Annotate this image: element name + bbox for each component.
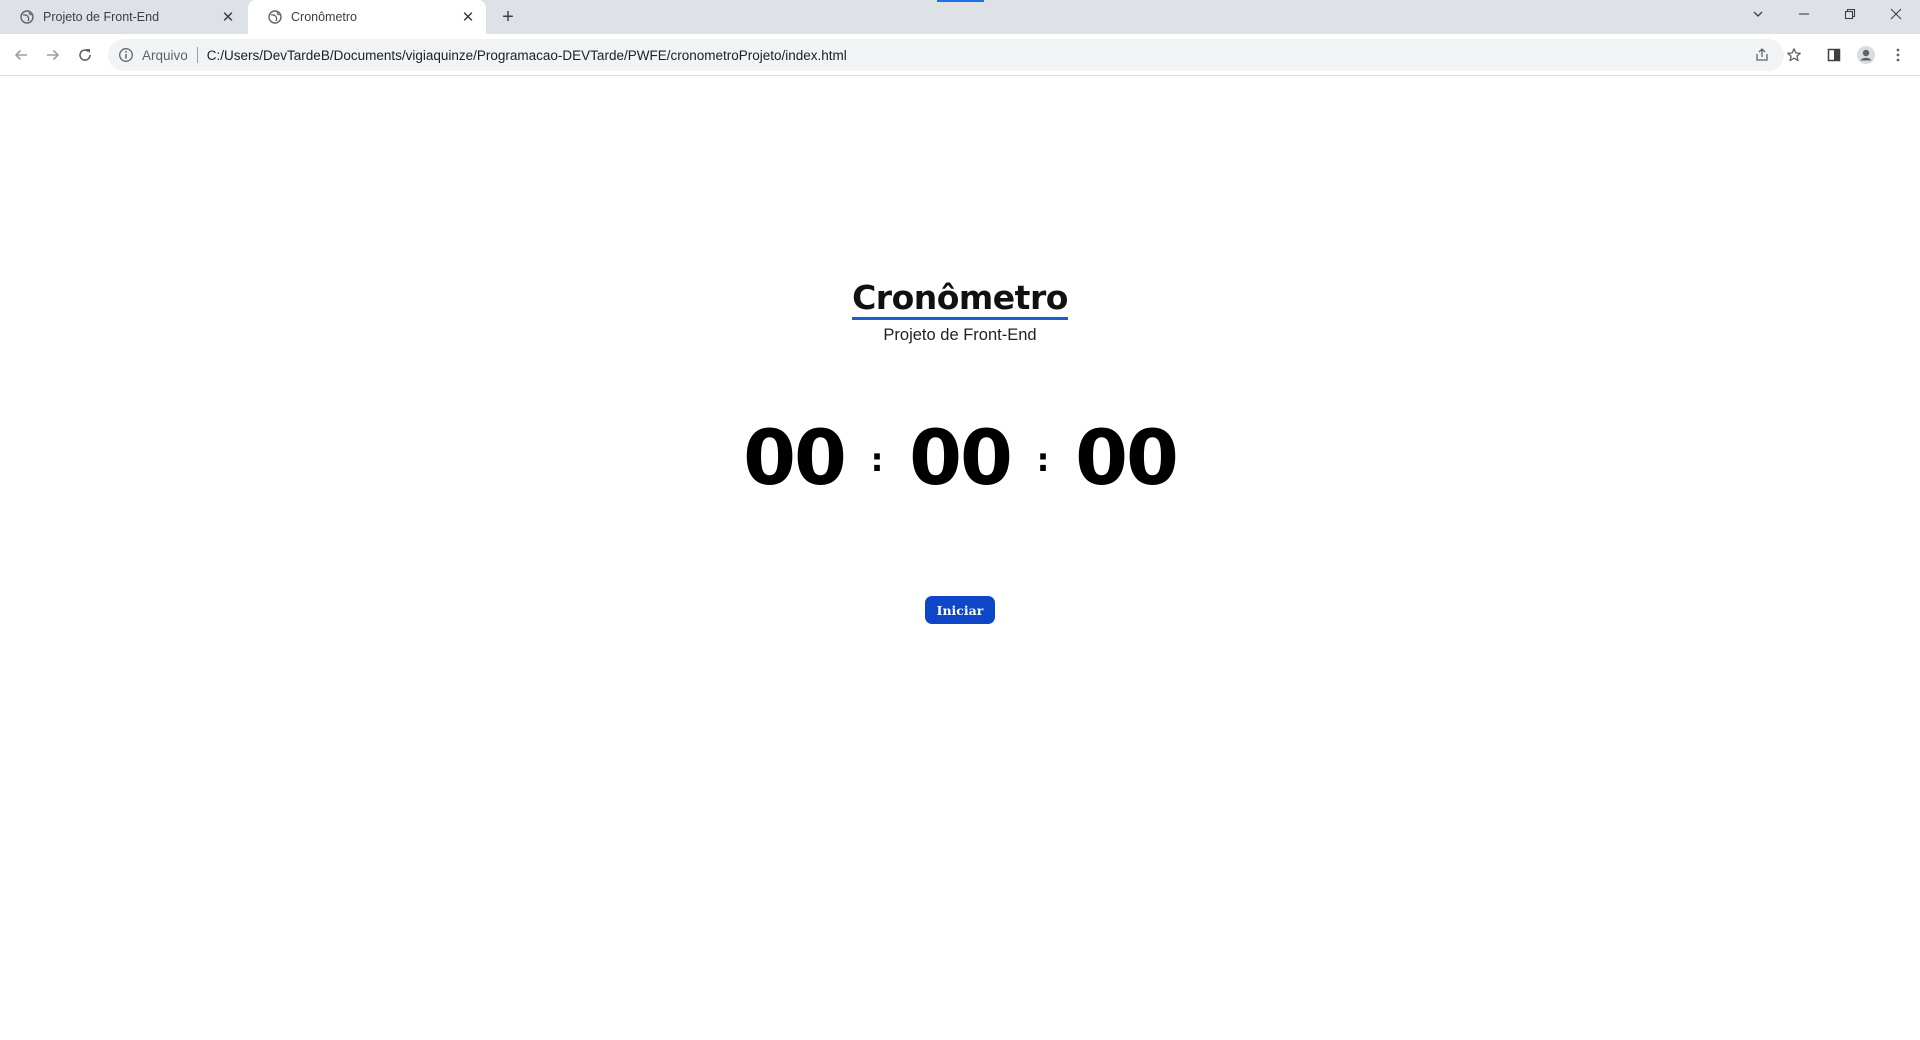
plus-icon[interactable]: +: [496, 5, 520, 29]
back-arrow-icon[interactable]: [7, 41, 35, 69]
start-button[interactable]: Iniciar: [925, 596, 995, 624]
info-icon[interactable]: [118, 47, 134, 63]
page-content: Cronômetro Projeto de Front-End 00 : 00 …: [0, 76, 1920, 1040]
profile-icon[interactable]: [1852, 41, 1880, 69]
side-panel-icon[interactable]: [1820, 41, 1848, 69]
page-title: Cronômetro: [852, 279, 1068, 320]
reload-icon[interactable]: [71, 41, 99, 69]
kebab-menu-icon[interactable]: [1884, 41, 1912, 69]
omnibox-divider: [196, 47, 198, 63]
browser-tab-strip: Projeto de Front-End ✕ Cronômetro ✕ +: [0, 0, 1920, 34]
tab-drag-indicator: [937, 0, 984, 2]
browser-toolbar: Arquivo C:/Users/DevTardeB/Documents/vig…: [0, 34, 1920, 76]
separator-hours-minutes: :: [870, 441, 884, 479]
page-subtitle: Projeto de Front-End: [883, 326, 1037, 344]
star-icon[interactable]: [1786, 47, 1802, 63]
minimize-icon[interactable]: [1781, 0, 1827, 28]
tab-cronometro[interactable]: Cronômetro ✕: [248, 0, 486, 34]
tab-title: Cronômetro: [291, 10, 357, 24]
url-text[interactable]: C:/Users/DevTardeB/Documents/vigiaquinze…: [207, 48, 847, 63]
page-title-wrap: Cronômetro: [0, 278, 1920, 320]
hours-display: 00: [743, 412, 847, 502]
share-icon[interactable]: [1754, 47, 1770, 63]
globe-icon: [268, 10, 282, 24]
minutes-display: 00: [909, 412, 1013, 502]
seconds-display: 00: [1075, 412, 1179, 502]
forward-arrow-icon[interactable]: [39, 41, 67, 69]
tab-title: Projeto de Front-End: [43, 10, 160, 24]
globe-icon: [20, 10, 34, 24]
close-icon[interactable]: ✕: [220, 9, 236, 26]
chevron-down-icon[interactable]: [1735, 0, 1781, 28]
separator-minutes-seconds: :: [1036, 441, 1050, 479]
tab-projeto-front-end[interactable]: Projeto de Front-End ✕: [0, 0, 246, 34]
stopwatch-display: 00 : 00 : 00: [0, 412, 1920, 502]
close-icon[interactable]: ✕: [460, 9, 476, 26]
restore-icon[interactable]: [1827, 0, 1873, 28]
address-bar[interactable]: Arquivo C:/Users/DevTardeB/Documents/vig…: [108, 39, 1784, 71]
close-window-icon[interactable]: [1873, 0, 1919, 28]
site-info-label[interactable]: Arquivo: [142, 48, 188, 63]
